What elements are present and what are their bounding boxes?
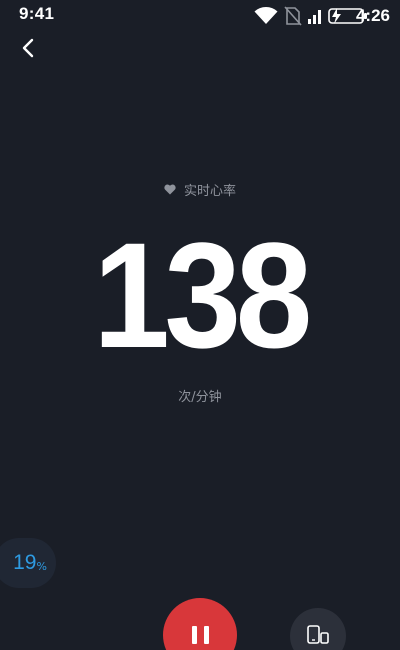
status-bar: 9:41 4:26: [0, 0, 400, 30]
device-battery-badge: 19 %: [0, 538, 56, 588]
heart-rate-label: 实时心率: [0, 180, 400, 199]
chevron-left-icon: [22, 38, 34, 58]
signal-icon: [307, 10, 321, 24]
heart-rate-label-text: 实时心率: [183, 184, 236, 199]
no-sim-icon: [284, 6, 302, 26]
status-icons: 4:26: [254, 5, 390, 27]
pause-button[interactable]: [163, 598, 237, 650]
heart-rate-value: 138: [93, 211, 312, 379]
phone-watch-icon: [307, 625, 329, 644]
battery-value: 19: [13, 551, 37, 574]
device-switch-button[interactable]: [290, 608, 346, 650]
heart-icon: [164, 184, 176, 195]
heart-rate-unit: 次/分钟: [178, 390, 222, 405]
status-right-time: 4:26: [355, 6, 390, 25]
wifi-icon: [254, 7, 278, 24]
battery-unit: %: [36, 559, 47, 573]
status-time: 9:41: [19, 4, 55, 23]
back-button[interactable]: [12, 32, 44, 64]
pause-icon: [191, 626, 209, 644]
